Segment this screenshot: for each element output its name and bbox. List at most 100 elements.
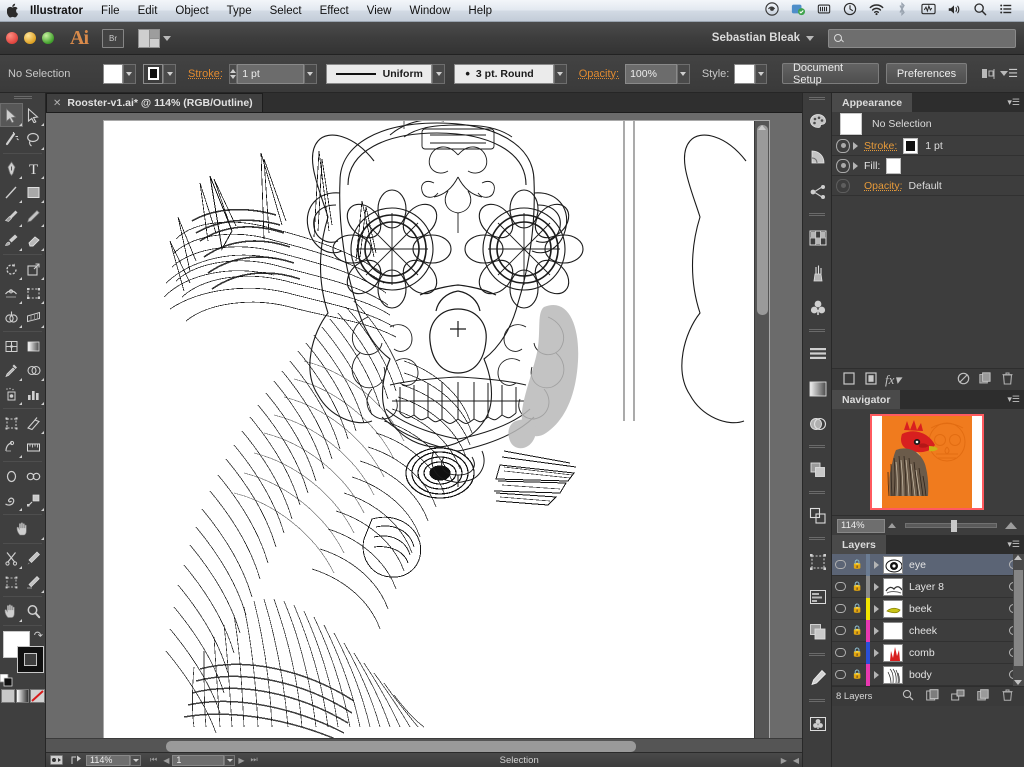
gradient-icon[interactable]: [803, 371, 833, 406]
layers-scroll-thumb[interactable]: [1014, 570, 1023, 666]
menu-item-file[interactable]: File: [92, 0, 129, 22]
table-row[interactable]: 🔒 body: [832, 664, 1024, 686]
scroll-down-arrow[interactable]: [1014, 680, 1022, 685]
arrange-documents-button[interactable]: [138, 29, 171, 48]
layer-lock-icon[interactable]: 🔒: [849, 559, 866, 570]
pen-tool[interactable]: [0, 156, 23, 180]
artboards-icon[interactable]: [803, 544, 833, 579]
opacity-dropdown[interactable]: [677, 64, 690, 84]
horizontal-scroll-thumb[interactable]: [166, 741, 636, 752]
menu-item-effect[interactable]: Effect: [311, 0, 358, 22]
brushes-icon[interactable]: [803, 255, 833, 290]
panel-menu-icon[interactable]: ▾☰: [1007, 390, 1024, 409]
default-fill-stroke-icon[interactable]: [0, 674, 13, 687]
zoom-level-input[interactable]: 114%: [86, 755, 130, 766]
close-window-button[interactable]: [6, 32, 18, 44]
type-tool[interactable]: T: [23, 156, 46, 180]
pathfinder-icon[interactable]: [803, 452, 833, 487]
appearance-opacity-value[interactable]: Default: [909, 180, 942, 192]
stroke-weight-input[interactable]: 1 pt: [237, 64, 303, 84]
blob-brush-tool[interactable]: [0, 228, 23, 252]
layer-lock-icon[interactable]: 🔒: [849, 603, 866, 614]
create-new-sublayer-icon[interactable]: [945, 689, 970, 704]
duplicate-item-icon[interactable]: [974, 372, 996, 388]
create-new-layer-icon[interactable]: [970, 689, 995, 704]
delete-layer-icon[interactable]: [995, 689, 1020, 704]
stroke-profile-select[interactable]: Uniform: [326, 64, 433, 84]
gradient-tool[interactable]: [23, 334, 46, 358]
dock-grip[interactable]: [803, 325, 831, 336]
libraries-icon[interactable]: [803, 706, 833, 741]
layer-visibility-icon[interactable]: [832, 560, 849, 569]
pencil-tool[interactable]: [23, 204, 46, 228]
visibility-eye-icon[interactable]: [836, 139, 850, 153]
appearance-row-stroke[interactable]: Stroke: 1 pt: [832, 136, 1024, 156]
color-guide-icon[interactable]: [803, 139, 833, 174]
dropbox-icon[interactable]: [759, 2, 785, 19]
blend-tool[interactable]: [23, 358, 46, 382]
hand-tool[interactable]: [0, 599, 23, 623]
table-row[interactable]: 🔒 cheek: [832, 620, 1024, 642]
chevron-right-icon[interactable]: [853, 162, 858, 170]
stroke-profile-dropdown[interactable]: [432, 64, 445, 84]
zoom-level-dropdown[interactable]: [130, 755, 141, 766]
add-new-fill-icon[interactable]: [860, 372, 882, 388]
table-row[interactable]: 🔒 Layer 8: [832, 576, 1024, 598]
status-prev-arrow[interactable]: ◀: [790, 756, 802, 765]
clear-appearance-icon[interactable]: [952, 372, 974, 388]
symbols-icon[interactable]: [803, 174, 833, 209]
dock-grip[interactable]: [803, 649, 831, 660]
visibility-eye-icon[interactable]: [836, 179, 850, 193]
chevron-right-icon[interactable]: [870, 649, 883, 657]
layer-visibility-icon[interactable]: [832, 648, 849, 657]
maximize-window-button[interactable]: [42, 32, 54, 44]
panel-menu-icon[interactable]: ▾☰: [1007, 93, 1024, 112]
apple-icon[interactable]: [0, 3, 26, 18]
slice-tool[interactable]: [23, 411, 46, 435]
artboard-navigation-icon[interactable]: [46, 755, 66, 765]
menu-item-view[interactable]: View: [358, 0, 401, 22]
layer-lock-icon[interactable]: 🔒: [849, 647, 866, 658]
scale-tool[interactable]: [23, 257, 46, 281]
align-to-button[interactable]: [981, 67, 1008, 81]
tab-layers[interactable]: Layers: [832, 535, 886, 554]
locate-object-icon[interactable]: [895, 689, 920, 704]
menu-item-help[interactable]: Help: [459, 0, 501, 22]
chevron-right-icon[interactable]: [870, 583, 883, 591]
perspective-selection-tool[interactable]: [0, 435, 23, 459]
direct-selection-tool[interactable]: [23, 103, 46, 127]
scroll-up-arrow[interactable]: [1014, 555, 1022, 560]
appearance-opacity-label[interactable]: Opacity:: [864, 180, 903, 192]
add-new-stroke-icon[interactable]: [838, 372, 860, 388]
vertical-scroll-thumb[interactable]: [757, 125, 768, 315]
appearance-fill-swatch[interactable]: [886, 158, 901, 174]
notifications-icon[interactable]: [993, 2, 1019, 19]
fill-color-swatch[interactable]: [103, 64, 123, 84]
menu-item-object[interactable]: Object: [166, 0, 217, 22]
sync-icon[interactable]: [785, 2, 811, 19]
swap-fill-stroke-icon[interactable]: ↷: [34, 629, 43, 642]
layer-lock-icon[interactable]: 🔒: [849, 625, 866, 636]
graphic-style-swatch[interactable]: [734, 64, 754, 84]
transform-icon[interactable]: [803, 498, 833, 533]
preferences-button[interactable]: Preferences: [886, 63, 967, 84]
zoom-in-icon[interactable]: [1003, 522, 1019, 529]
magic-wand-tool[interactable]: [0, 127, 23, 151]
next-artboard-icon[interactable]: ▶: [235, 756, 247, 765]
chevron-right-icon[interactable]: [870, 671, 883, 679]
table-row[interactable]: 🔒 eye: [832, 554, 1024, 576]
wifi-icon[interactable]: [863, 3, 889, 19]
navigator-panel-body[interactable]: [832, 409, 1024, 515]
artboard-number-dropdown[interactable]: [224, 755, 235, 766]
last-artboard-icon[interactable]: ⏭: [248, 755, 261, 765]
display-icon[interactable]: [915, 3, 941, 18]
table-row[interactable]: 🔒 beek: [832, 598, 1024, 620]
share-on-behance-icon[interactable]: [66, 755, 86, 765]
layer-name[interactable]: eye: [909, 559, 1002, 571]
layer-lock-icon[interactable]: 🔒: [849, 669, 866, 680]
artboard-number-input[interactable]: 1: [172, 755, 224, 766]
zoom-out-icon[interactable]: [885, 523, 899, 528]
artboard-tool[interactable]: [0, 411, 23, 435]
dock-grip[interactable]: [803, 209, 831, 220]
flare-tool[interactable]: [23, 464, 46, 488]
